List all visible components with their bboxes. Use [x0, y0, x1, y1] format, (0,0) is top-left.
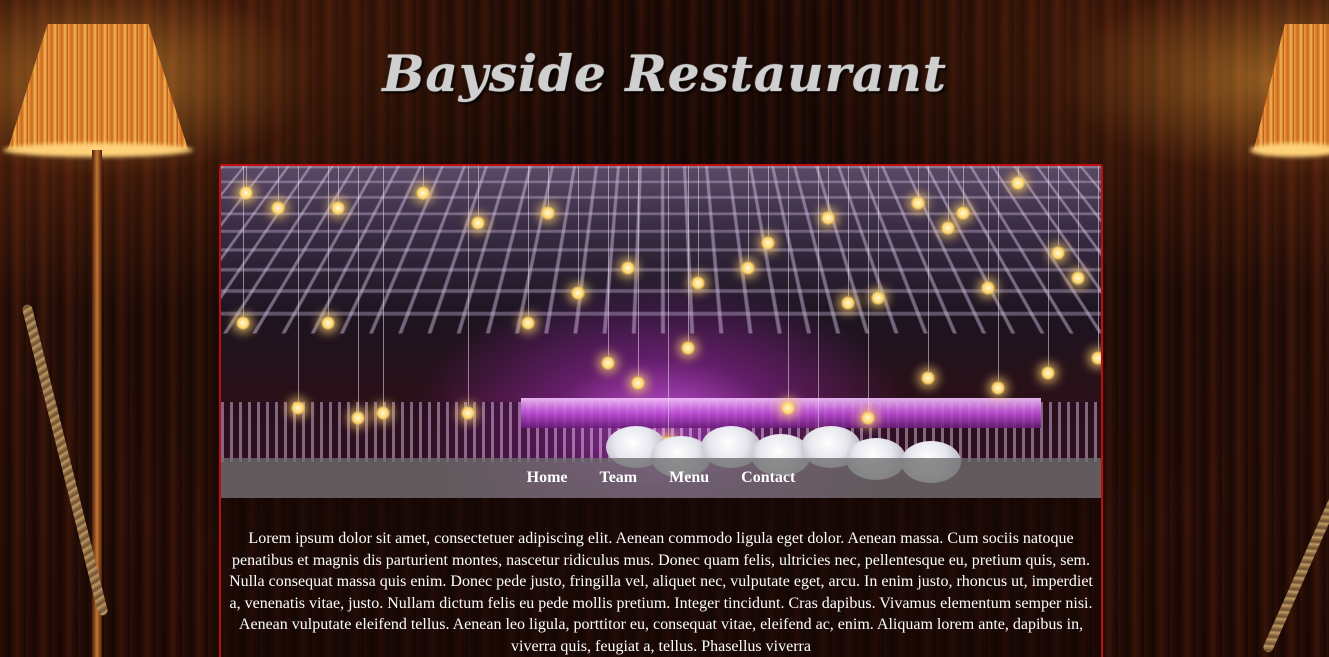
light-bulb	[991, 381, 1005, 395]
site-title: Bayside Restaurant	[382, 44, 947, 103]
light-bulb	[781, 401, 795, 415]
light-bulb	[1071, 271, 1085, 285]
light-bulb	[521, 316, 535, 330]
light-wire	[988, 166, 989, 281]
light-bulb	[351, 411, 365, 425]
light-bulb	[1091, 351, 1101, 365]
nav-item-team[interactable]: Team	[600, 458, 638, 498]
light-bulb	[331, 201, 345, 215]
nav-item-home[interactable]: Home	[527, 458, 568, 498]
light-wire	[628, 166, 629, 261]
light-wire	[608, 166, 609, 356]
light-wire	[828, 166, 829, 211]
light-bulb	[821, 211, 835, 225]
light-bulb	[941, 221, 955, 235]
light-wire	[383, 166, 384, 406]
light-wire	[948, 166, 949, 221]
light-bulb	[621, 261, 635, 275]
light-wire	[1058, 166, 1059, 246]
light-bulb	[1041, 366, 1055, 380]
light-wire	[688, 166, 689, 341]
light-wire	[848, 166, 849, 296]
light-wire	[878, 166, 879, 291]
light-bulb	[461, 406, 475, 420]
light-wire	[548, 166, 549, 206]
light-wire	[328, 166, 329, 316]
light-wire	[478, 166, 479, 216]
light-wire	[468, 166, 469, 406]
light-bulb	[681, 341, 695, 355]
main-container: Home Team Menu Contact Lorem ipsum dolor…	[219, 164, 1103, 657]
light-wire	[748, 166, 749, 261]
light-wire	[243, 166, 244, 316]
light-wire	[578, 166, 579, 286]
light-wire	[528, 166, 529, 316]
light-bulb	[416, 186, 430, 200]
light-wire	[918, 166, 919, 196]
light-bulb	[236, 316, 250, 330]
light-wire	[788, 166, 789, 401]
light-bulb	[981, 281, 995, 295]
light-bulb	[841, 296, 855, 310]
light-wire	[998, 166, 999, 381]
light-bulb	[956, 206, 970, 220]
light-bulb	[376, 406, 390, 420]
light-wire	[358, 166, 359, 411]
light-wire	[1098, 166, 1099, 351]
light-bulb	[871, 291, 885, 305]
light-bulb	[631, 376, 645, 390]
light-bulb	[1011, 176, 1025, 190]
light-bulb	[271, 201, 285, 215]
light-wire	[638, 166, 639, 376]
body-text: Lorem ipsum dolor sit amet, consectetuer…	[229, 530, 1093, 655]
light-wire	[868, 166, 869, 411]
light-wire	[338, 166, 339, 201]
light-wire	[1018, 166, 1019, 176]
light-wire	[1048, 166, 1049, 366]
light-bulb	[741, 261, 755, 275]
light-wire	[1078, 166, 1079, 271]
light-wire	[423, 166, 424, 186]
light-bulb	[541, 206, 555, 220]
light-wire	[298, 166, 299, 401]
light-wire	[928, 166, 929, 371]
light-wire	[698, 166, 699, 276]
light-wire	[818, 166, 819, 436]
light-wire	[768, 166, 769, 236]
nav-item-menu[interactable]: Menu	[669, 458, 709, 498]
light-bulb	[761, 236, 775, 250]
nav-item-contact[interactable]: Contact	[741, 458, 795, 498]
light-bulb	[601, 356, 615, 370]
light-bulb	[921, 371, 935, 385]
light-wire	[668, 166, 669, 436]
light-bulb	[471, 216, 485, 230]
light-bulb	[571, 286, 585, 300]
light-bulb	[1051, 246, 1065, 260]
light-bulb	[861, 411, 875, 425]
light-bulb	[291, 401, 305, 415]
light-bulb	[691, 276, 705, 290]
light-bulb	[239, 186, 253, 200]
light-bulb	[321, 316, 335, 330]
hero-image	[221, 166, 1101, 498]
main-nav: Home Team Menu Contact	[221, 458, 1101, 498]
light-bulb	[911, 196, 925, 210]
light-wire	[246, 166, 247, 186]
light-wire	[278, 166, 279, 201]
lamp-glow	[1250, 143, 1329, 157]
light-wire	[963, 166, 964, 206]
